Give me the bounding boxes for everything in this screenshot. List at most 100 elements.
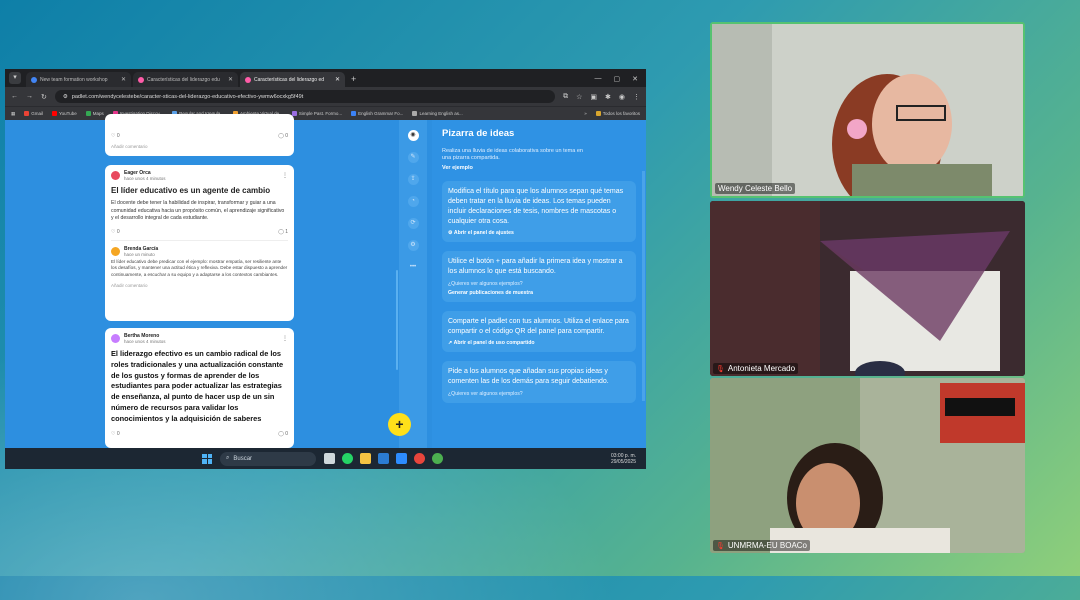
- padlet-favicon-icon: [245, 76, 251, 83]
- share-icon[interactable]: ⇪: [407, 174, 419, 185]
- tab-padlet-2[interactable]: Características del liderazgo ed ✕: [240, 72, 345, 87]
- bookmarks-bar: ▦ Gmail YouTube Maps Investigation Disco…: [5, 106, 646, 120]
- muted-mic-icon: 🎙: [716, 365, 725, 373]
- bookmark-youtube[interactable]: YouTube: [52, 111, 77, 116]
- tip-card: Comparte el padlet con tus alumnos. Util…: [442, 311, 636, 352]
- browser-tab-bar: ▾ New team formation workshop ✕ Caracterí…: [5, 69, 646, 87]
- profile-icon[interactable]: ◉: [619, 93, 625, 101]
- comment-time: hace un minuto: [124, 251, 155, 257]
- participant-name: Wendy Celeste Bello: [715, 183, 796, 194]
- post-card-top[interactable]: ♡ 0 ◯ 0 Añadir comentario: [105, 114, 294, 156]
- comment-count[interactable]: ◯ 0: [278, 431, 288, 437]
- bookmark-learning[interactable]: Learning English as...: [412, 111, 463, 116]
- taskbar-search[interactable]: ⌕ Buscar: [220, 451, 316, 466]
- puzzle-icon[interactable]: ✱: [605, 93, 611, 101]
- close-icon[interactable]: ✕: [228, 76, 233, 83]
- youtube-icon: [52, 111, 58, 116]
- tip-card: Pide a los alumnos que añadan sus propia…: [442, 361, 636, 403]
- extension-icon[interactable]: ▣: [590, 93, 597, 101]
- post-body: El liderazgo efectivo es un cambio radic…: [111, 349, 284, 423]
- windows-start-icon[interactable]: [202, 453, 212, 464]
- panel-description: Realiza una lluvia de ideas colaborativa…: [442, 148, 583, 161]
- like-count[interactable]: ♡ 0: [111, 133, 120, 139]
- open-settings-link[interactable]: ⚙ Abrir el panel de ajustes: [448, 230, 630, 236]
- tab-workshop[interactable]: New team formation workshop ✕: [26, 72, 131, 87]
- video-tile-2[interactable]: 🎙 Antonieta Mercado: [710, 201, 1025, 376]
- taskbar-clock[interactable]: 03:00 p. m. 29/05/2025: [611, 453, 636, 465]
- bookmark-star-icon[interactable]: ☆: [576, 93, 582, 101]
- board-scrollbar[interactable]: [396, 270, 398, 370]
- forward-icon[interactable]: →: [26, 93, 33, 100]
- close-icon[interactable]: ✕: [335, 76, 340, 83]
- participant-name: 🎙 UNMRMA-EU BOACo: [713, 540, 811, 551]
- video-tile-3[interactable]: 🎙 UNMRMA-EU BOACo: [710, 378, 1025, 553]
- add-comment[interactable]: Añadir comentario: [111, 144, 288, 149]
- open-share-link[interactable]: ↗ Abrir el panel de uso compartido: [448, 340, 630, 346]
- zoom-icon[interactable]: [396, 453, 407, 464]
- bell-icon[interactable]: ◔: [407, 196, 419, 207]
- bookmark-maps[interactable]: Maps: [85, 111, 104, 116]
- muted-mic-icon: 🎙: [716, 542, 725, 550]
- comment-body: El líder educativo debe predicar con el …: [111, 258, 288, 277]
- all-bookmarks[interactable]: Todos los favoritos: [595, 111, 640, 116]
- comment-count[interactable]: ◯ 0: [278, 133, 288, 139]
- add-post-button[interactable]: +: [388, 413, 411, 436]
- whatsapp-icon[interactable]: [342, 453, 353, 464]
- install-icon[interactable]: ⧉: [563, 93, 568, 101]
- search-icon: ⌕: [226, 455, 230, 461]
- remake-icon[interactable]: ⟳: [407, 218, 419, 229]
- more-icon[interactable]: •••: [408, 262, 419, 273]
- comment: Brenda García hace un minuto El líder edu…: [111, 239, 288, 278]
- post-card-2[interactable]: Bertha Moreno hace unos 4 minutos ⋮ El li…: [105, 328, 294, 448]
- close-icon[interactable]: ✕: [121, 76, 126, 83]
- gmail-icon: [24, 111, 30, 116]
- tip-card: Modifica el título para que los alumnos …: [442, 181, 636, 242]
- comment-count[interactable]: ◯ 1: [278, 229, 288, 235]
- tip-text: Utilice el botón + para añadir la primer…: [448, 258, 623, 275]
- avatar: [111, 171, 120, 180]
- menu-icon[interactable]: ⋮: [633, 93, 640, 101]
- avatar: [111, 334, 120, 343]
- tab-search-icon[interactable]: ▾: [9, 72, 21, 84]
- panel-scrollbar[interactable]: [642, 171, 645, 401]
- participant-name: 🎙 Antonieta Mercado: [713, 363, 799, 374]
- participant-video: [710, 201, 1025, 376]
- post-body: El docente debe tener la habilidad de in…: [111, 200, 285, 222]
- magic-icon[interactable]: ✎: [407, 152, 419, 163]
- more-options-icon[interactable]: ⋮: [282, 335, 288, 342]
- bookmark-gmail[interactable]: Gmail: [24, 111, 43, 116]
- add-comment[interactable]: Añadir comentario: [111, 283, 288, 288]
- window-close-icon[interactable]: ✕: [632, 75, 638, 83]
- folder-icon: [595, 111, 601, 116]
- bookmarks-overflow-icon[interactable]: »: [584, 111, 587, 116]
- more-options-icon[interactable]: ⋮: [282, 172, 288, 179]
- shared-screen: ▾ New team formation workshop ✕ Caracterí…: [5, 69, 646, 469]
- apps-icon[interactable]: ▦: [11, 111, 15, 117]
- video-tile-1[interactable]: Wendy Celeste Bello: [710, 22, 1025, 198]
- padlet-favicon-icon: [138, 76, 144, 83]
- like-count[interactable]: ♡ 0: [111, 431, 120, 437]
- url-field[interactable]: ⚙ padlet.com/wendycelestebe/caracter-stic…: [54, 90, 556, 103]
- bookmark-simple-past[interactable]: Simple Past. Formo...: [291, 111, 342, 116]
- bookmark-grammar[interactable]: English Grammar Fo...: [351, 111, 403, 116]
- generate-samples-link[interactable]: Generar publicaciones de muestra: [448, 290, 630, 296]
- chrome-icon[interactable]: [414, 453, 425, 464]
- post-time: hace unos 4 minutos: [124, 176, 166, 181]
- user-avatar-icon[interactable]: ◉: [407, 130, 419, 141]
- reload-icon[interactable]: ↻: [41, 93, 47, 101]
- see-example-link[interactable]: Ver ejemplo: [442, 165, 636, 171]
- like-count[interactable]: ♡ 0: [111, 229, 120, 235]
- outlook-icon[interactable]: [378, 453, 389, 464]
- post-card-1[interactable]: Eager Orca hace unos 4 minutos ⋮ El líder…: [105, 165, 294, 321]
- panel-title: Pizarra de ideas: [442, 128, 515, 139]
- minimize-icon[interactable]: —: [595, 75, 602, 83]
- chrome-profile-icon[interactable]: [432, 453, 443, 464]
- back-icon[interactable]: ←: [11, 93, 18, 100]
- maximize-icon[interactable]: ▢: [614, 75, 621, 83]
- settings-icon[interactable]: ⚙: [407, 240, 419, 251]
- task-view-icon[interactable]: [324, 453, 335, 464]
- new-tab-icon[interactable]: +: [351, 74, 356, 84]
- maps-icon: [85, 111, 91, 116]
- file-explorer-icon[interactable]: [360, 453, 371, 464]
- tab-padlet-1[interactable]: Características del liderazgo edu ✕: [133, 72, 238, 87]
